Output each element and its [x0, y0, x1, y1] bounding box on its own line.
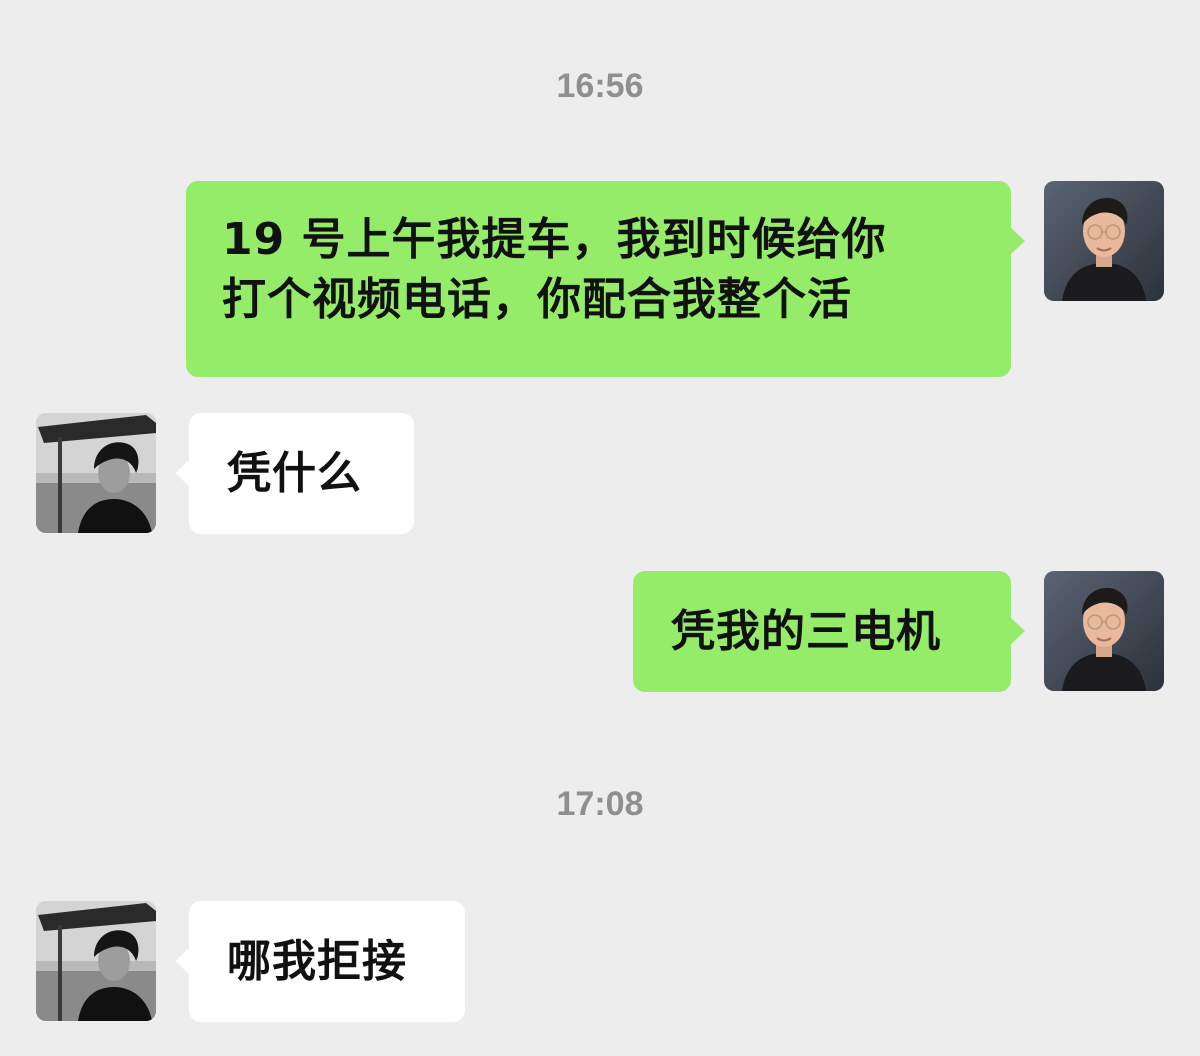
message-bubble-received[interactable]: 凭什么 — [175, 413, 414, 534]
timestamp: 17:08 — [556, 785, 644, 823]
message-bubble-sent[interactable]: 凭我的三电机 — [633, 571, 1025, 692]
message-text: 凭我的三电机 — [671, 606, 941, 657]
message-text: 哪我拒接 — [227, 936, 407, 987]
self-avatar[interactable] — [1044, 571, 1164, 691]
contact-avatar-photo — [36, 901, 156, 1021]
contact-avatar-photo — [36, 413, 156, 533]
self-avatar-photo — [1044, 571, 1164, 691]
contact-avatar[interactable] — [36, 413, 156, 533]
contact-avatar[interactable] — [36, 901, 156, 1021]
message-bubble-received[interactable]: 哪我拒接 — [175, 901, 465, 1022]
message-text-line: 19 号上午我提车，我到时候给你 — [222, 214, 887, 265]
message-bubble-sent[interactable]: 19 号上午我提车，我到时候给你 打个视频电话，你配合我整个活 — [186, 181, 1025, 377]
self-avatar-photo — [1044, 181, 1164, 301]
timestamp: 16:56 — [556, 67, 644, 105]
self-avatar[interactable] — [1044, 181, 1164, 301]
message-text-line: 打个视频电话，你配合我整个活 — [222, 274, 852, 325]
message-text: 凭什么 — [227, 448, 362, 499]
